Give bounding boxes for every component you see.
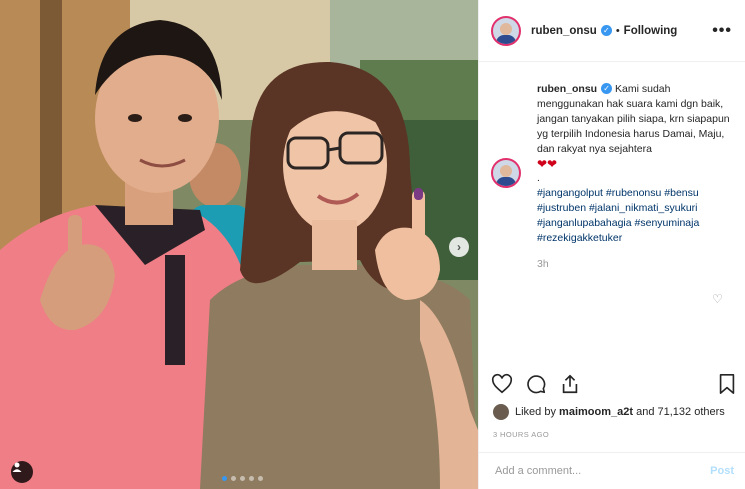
verified-icon: ✓ <box>600 24 612 36</box>
hashtags[interactable]: #jangangolput #rubenonsu #bensu #justrub… <box>537 186 736 246</box>
comment-bar: Post <box>479 452 745 489</box>
more-options-icon[interactable]: ••• <box>712 22 732 40</box>
bookmark-icon[interactable] <box>717 373 737 400</box>
comment-input[interactable] <box>493 464 711 478</box>
user-tag-icon[interactable] <box>11 461 33 483</box>
username-text: ruben_onsu <box>531 24 597 37</box>
caption-dot: . <box>537 172 540 184</box>
avatar[interactable] <box>491 158 521 188</box>
heart-icon[interactable]: ♡ <box>712 292 723 306</box>
likes-summary: Liked by maimoom_a2t and 71,132 others <box>493 404 725 420</box>
following-button[interactable]: Following <box>624 25 678 37</box>
liked-by-prefix: Liked by <box>515 406 556 418</box>
avatar[interactable] <box>491 15 521 46</box>
post-comment-button[interactable]: Post <box>710 465 734 477</box>
carousel-dot <box>258 476 263 481</box>
photo-illustration <box>0 0 478 489</box>
caption: ruben_onsu ✓ Kami sudah menggunakan hak s… <box>537 82 736 157</box>
liked-by-user[interactable]: maimoom_a2t <box>559 406 633 418</box>
comment-icon[interactable] <box>525 373 547 400</box>
post-details-panel: ruben_onsu ✓ • Following ••• ruben_onsu ✓ … <box>478 0 745 489</box>
liked-by-suffix[interactable]: and 71,132 others <box>636 406 725 418</box>
post-photo[interactable]: › <box>0 0 478 489</box>
post-timestamp: 3 HOURS AGO <box>493 430 550 439</box>
heart-icon[interactable] <box>491 373 513 400</box>
username-link[interactable]: ruben_onsu ✓ <box>531 24 612 37</box>
avatar[interactable] <box>493 404 509 420</box>
carousel-dot <box>240 476 245 481</box>
caption-hearts: ❤❤ <box>537 157 558 171</box>
separator: • <box>615 24 620 37</box>
caption-username[interactable]: ruben_onsu <box>537 83 597 95</box>
action-bar <box>491 372 737 400</box>
carousel-dot <box>249 476 254 481</box>
verified-icon: ✓ <box>601 83 613 94</box>
next-image-button[interactable]: › <box>449 237 469 257</box>
carousel-dot <box>231 476 236 481</box>
carousel-dot <box>222 476 227 481</box>
carousel-indicator <box>222 476 263 481</box>
post-header: ruben_onsu ✓ • Following ••• <box>479 0 745 62</box>
comment-time: 3h <box>537 258 549 270</box>
share-icon[interactable] <box>559 373 581 400</box>
